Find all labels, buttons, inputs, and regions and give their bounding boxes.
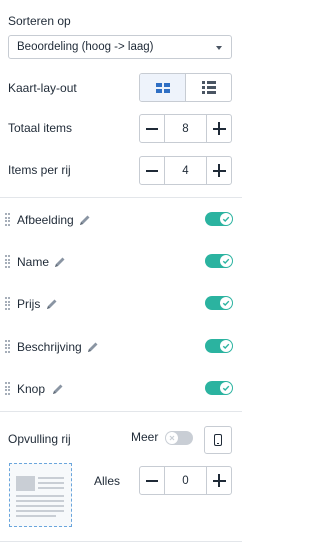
plus-icon (212, 474, 226, 487)
card-preview-thumbnail (9, 463, 72, 527)
divider (0, 541, 242, 542)
plus-icon (212, 164, 226, 177)
total-items-value[interactable]: 8 (165, 115, 206, 142)
drag-handle-icon[interactable] (5, 213, 10, 226)
field-row-knop: Knop (0, 377, 242, 401)
total-items-increment-button[interactable] (206, 115, 231, 142)
items-per-row-value[interactable]: 4 (165, 157, 206, 184)
field-name: Name (17, 255, 50, 269)
check-icon (220, 382, 232, 394)
mobile-preview-button[interactable] (204, 426, 232, 454)
sort-label: Sorteren op (8, 14, 71, 28)
minus-icon (146, 169, 158, 172)
all-value[interactable]: 0 (165, 467, 206, 494)
field-visibility-toggle[interactable] (205, 339, 233, 353)
drag-handle-icon[interactable] (5, 382, 10, 395)
total-items-label: Totaal items (8, 121, 73, 135)
grid-icon (155, 82, 170, 93)
text-placeholder-line (38, 487, 64, 489)
text-placeholder-line (16, 495, 64, 497)
field-visibility-toggle[interactable] (205, 296, 233, 310)
field-row-beschrijving: Beschrijving (0, 335, 242, 359)
text-placeholder-line (38, 477, 64, 479)
more-toggle[interactable] (165, 431, 193, 445)
minus-icon (146, 127, 158, 130)
drag-handle-icon[interactable] (5, 340, 10, 353)
card-layout-toggle (139, 73, 232, 102)
divider (0, 411, 242, 412)
text-placeholder-line (16, 510, 64, 512)
text-placeholder-line (38, 482, 64, 484)
field-row-name: Name (0, 250, 242, 274)
close-icon (166, 432, 178, 444)
check-icon (220, 213, 232, 225)
all-increment-button[interactable] (206, 467, 231, 494)
more-label: Meer (131, 430, 159, 444)
pencil-icon[interactable] (45, 297, 59, 311)
items-per-row-decrement-button[interactable] (140, 157, 165, 184)
field-name: Prijs (17, 297, 41, 311)
field-visibility-toggle[interactable] (205, 381, 233, 395)
field-name: Afbeelding (17, 213, 74, 227)
sort-select-value: Beoordeling (hoog -> laag) (17, 41, 154, 53)
field-visibility-toggle[interactable] (205, 212, 233, 226)
text-placeholder-line (16, 500, 64, 502)
grid-layout-button[interactable] (140, 74, 186, 101)
field-row-afbeelding: Afbeelding (0, 208, 242, 232)
sort-select[interactable]: Beoordeling (hoog -> laag) (8, 35, 232, 59)
check-icon (220, 255, 232, 267)
all-label: Alles (94, 474, 121, 488)
pencil-icon[interactable] (51, 382, 65, 396)
mobile-phone-icon (214, 434, 222, 446)
row-fill-label: Opvulling rij (8, 432, 71, 446)
text-placeholder-line (16, 515, 56, 517)
card-layout-label: Kaart-lay-out (8, 81, 77, 95)
total-items-decrement-button[interactable] (140, 115, 165, 142)
image-placeholder-icon (16, 476, 35, 491)
chevron-down-icon (216, 46, 222, 50)
list-layout-button[interactable] (186, 74, 231, 101)
pencil-icon[interactable] (53, 255, 67, 269)
total-items-stepper: 8 (139, 114, 232, 143)
all-stepper: 0 (139, 466, 232, 495)
check-icon (220, 297, 232, 309)
pencil-icon[interactable] (78, 213, 92, 227)
field-name: Knop (17, 382, 46, 396)
field-visibility-toggle[interactable] (205, 254, 233, 268)
divider (0, 197, 242, 198)
drag-handle-icon[interactable] (5, 297, 10, 310)
pencil-icon[interactable] (86, 340, 100, 354)
text-placeholder-line (16, 505, 64, 507)
check-icon (220, 340, 232, 352)
minus-icon (146, 479, 158, 482)
items-per-row-increment-button[interactable] (206, 157, 231, 184)
items-per-row-stepper: 4 (139, 156, 232, 185)
plus-icon (212, 122, 226, 135)
list-icon (201, 81, 216, 94)
all-decrement-button[interactable] (140, 467, 165, 494)
items-per-row-label: Items per rij (8, 163, 71, 177)
drag-handle-icon[interactable] (5, 255, 10, 268)
field-row-prijs: Prijs (0, 292, 242, 316)
field-name: Beschrijving (17, 340, 82, 354)
